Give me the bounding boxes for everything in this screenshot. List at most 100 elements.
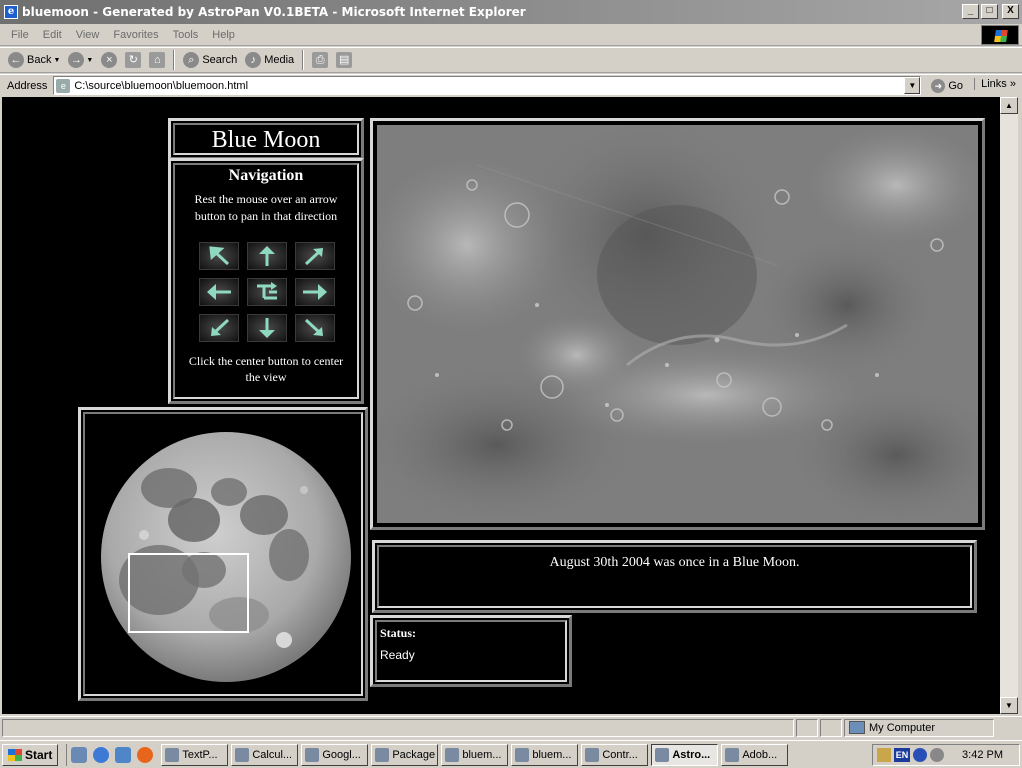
tray-app-icon[interactable] [930,748,944,762]
lunar-image-panel [370,118,985,530]
links-button[interactable]: Links » [974,78,1016,90]
address-value[interactable]: C:\source\bluemoon\bluemoon.html [74,80,248,92]
task-bluemoon-2[interactable]: bluem... [511,743,579,766]
menu-help[interactable]: Help [205,29,242,41]
textpad-icon [165,747,180,762]
pan-down-right-button[interactable] [295,314,335,342]
arrow-down-icon [259,318,275,338]
task-google[interactable]: Googl... [301,743,369,766]
internet-explorer-icon[interactable] [93,746,110,763]
center-icon [257,282,277,300]
windows-flag-icon [8,748,22,761]
task-package[interactable]: Package [371,743,439,766]
edit-button[interactable]: ▤ [332,49,356,71]
navigation-heading: Navigation [228,167,304,184]
pan-down-button[interactable] [247,314,287,342]
standard-toolbar: ← Back ▼ → ▼ × ↻ ⌂ ⌕ Search ♪ Media ⎙ ▤ [0,47,1022,73]
system-tray: EN 3:42 PM [872,744,1020,766]
task-control[interactable]: Contr... [581,743,649,766]
windows-taskbar: Start TextP... Calcul... Googl... Packag… [0,740,1022,768]
firefox-icon[interactable] [137,746,154,763]
forward-arrow-icon: → [68,52,85,68]
start-button[interactable]: Start [2,743,59,766]
pan-up-right-button[interactable] [295,242,335,270]
language-indicator[interactable]: EN [894,748,910,762]
media-button[interactable]: ♪ Media [241,49,298,71]
adobe-icon [725,747,740,762]
minimize-button[interactable]: _ [962,4,979,19]
pan-up-button[interactable] [247,242,287,270]
ie-icon [445,747,460,762]
menu-edit[interactable]: Edit [36,29,69,41]
show-desktop-icon[interactable] [71,746,88,763]
search-folder-icon [375,747,390,762]
pan-left-button[interactable] [199,278,239,306]
outlook-icon[interactable] [115,746,132,763]
status-cell [796,718,818,737]
arrow-up-left-icon [209,246,230,266]
arrow-right-icon [303,284,327,300]
address-label: Address [7,79,48,92]
title-bar: e bluemoon - Generated by AstroPan V0.1B… [0,0,1022,24]
task-bluemoon-1[interactable]: bluem... [441,743,509,766]
window-controls: _ □ X [962,4,1019,19]
forward-dropdown-icon[interactable]: ▼ [86,57,93,64]
go-button[interactable]: ➜ Go [931,78,963,93]
scroll-up-icon[interactable]: ▲ [1000,97,1018,114]
page-title: Blue Moon [211,127,321,153]
calculator-icon [235,747,250,762]
task-astropan[interactable]: Astro... [651,743,719,766]
back-dropdown-icon[interactable]: ▼ [53,57,60,64]
lunar-surface-image[interactable] [377,125,978,523]
vertical-scrollbar[interactable]: ▲ ▼ [1000,97,1018,714]
back-arrow-icon: ← [8,52,24,68]
status-cell [820,718,842,737]
home-button[interactable]: ⌂ [145,49,169,71]
status-value: Ready [380,648,415,662]
center-view-button[interactable] [247,278,287,306]
network-icon[interactable] [913,748,927,762]
search-button[interactable]: ⌕ Search [179,49,241,71]
menu-view[interactable]: View [69,29,107,41]
stop-button[interactable]: × [97,49,121,71]
task-adobe[interactable]: Adob... [721,743,789,766]
menu-tools[interactable]: Tools [166,29,206,41]
page-viewport: Blue Moon Navigation Rest the mouse over… [2,97,1000,714]
scroll-down-icon[interactable]: ▼ [1000,697,1018,714]
print-button[interactable]: ⎙ [308,49,332,71]
forward-button[interactable]: → ▼ [64,49,97,71]
control-panel-icon [585,747,600,762]
stop-icon: × [101,52,118,68]
maximize-button[interactable]: □ [981,4,998,19]
pan-right-button[interactable] [295,278,335,306]
search-label: Search [202,54,238,66]
pan-down-left-button[interactable] [199,314,239,342]
arrow-down-left-icon [211,318,230,336]
address-input[interactable]: e C:\source\bluemoon\bluemoon.html ▼ [53,76,922,95]
arrow-down-right-icon [304,318,323,336]
arrow-up-right-icon [304,248,323,266]
window-title: bluemoon - Generated by AstroPan V0.1BET… [22,5,526,19]
address-bar: Address e C:\source\bluemoon\bluemoon.ht… [0,74,1022,96]
address-dropdown-icon[interactable]: ▼ [904,77,921,94]
menu-favorites[interactable]: Favorites [106,29,165,41]
close-button[interactable]: X [1002,4,1019,19]
image-caption: August 30th 2004 was once in a Blue Moon… [549,555,800,570]
pan-up-left-button[interactable] [199,242,239,270]
back-button[interactable]: ← Back ▼ [4,49,64,71]
astropan-icon [655,747,670,762]
title-panel: Blue Moon [168,118,364,160]
taskbar-tasks: TextP... Calcul... Googl... Package blue… [161,743,789,766]
clock[interactable]: 3:42 PM [962,749,1019,761]
navigation-help-text: Rest the mouse over an arrow button to p… [194,192,338,223]
task-calculator[interactable]: Calcul... [231,743,299,766]
menu-file[interactable]: File [4,29,36,41]
task-textpad[interactable]: TextP... [161,743,229,766]
status-message-cell [2,718,794,737]
ie-icon [515,747,530,762]
refresh-button[interactable]: ↻ [121,49,145,71]
current-view-rectangle[interactable] [128,553,249,633]
volume-icon[interactable] [877,748,891,762]
go-arrow-icon: ➜ [931,78,946,93]
center-help-text: Click the center button to center the vi… [188,354,344,384]
